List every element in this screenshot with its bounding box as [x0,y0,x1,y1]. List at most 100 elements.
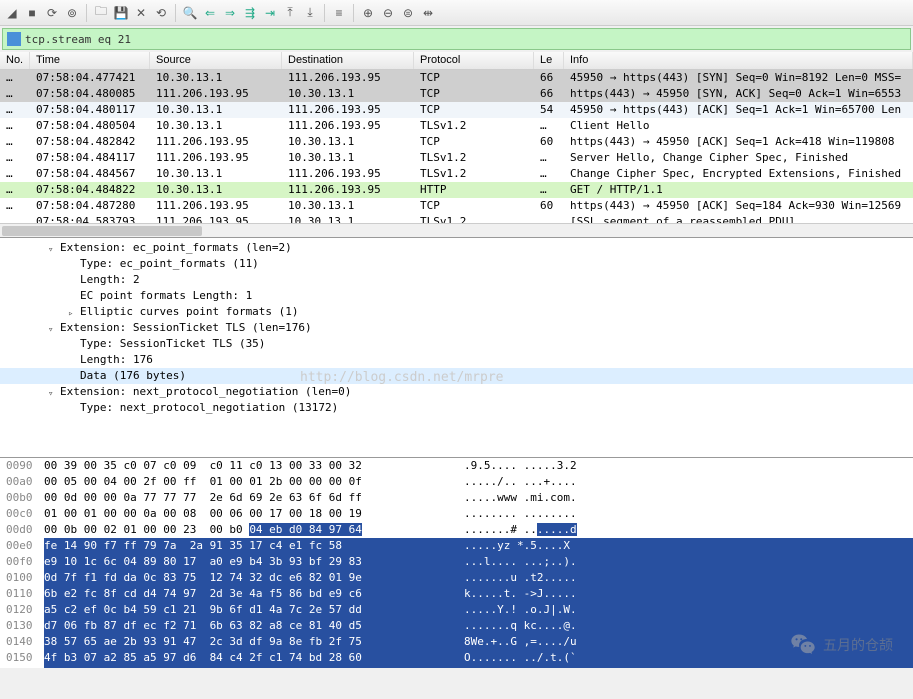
hex-row[interactable]: 0130d7 06 fb 87 df ec f2 71 6b 63 82 a8 … [0,618,913,634]
hex-bytes: 38 57 65 ae 2b 93 91 47 2c 3d df 9a 8e f… [44,634,464,650]
cell-proto: TCP [414,198,534,214]
prev-icon[interactable]: ⇐ [201,4,219,22]
detail-line[interactable]: ▿Extension: next_protocol_negotiation (l… [0,384,913,400]
zoom-reset-icon[interactable]: ⊜ [399,4,417,22]
hex-row[interactable]: 00c001 00 01 00 00 0a 00 08 00 06 00 17 … [0,506,913,522]
hex-row[interactable]: 01000d 7f f1 fd da 0c 83 75 12 74 32 dc … [0,570,913,586]
col-time[interactable]: Time [30,52,150,69]
hex-ascii: .....yz *.5....X [464,538,913,554]
detail-text: EC point formats Length: 1 [80,289,252,302]
reload-icon[interactable]: ⟲ [152,4,170,22]
open-icon[interactable]: 🗀 [92,4,110,22]
detail-line[interactable]: ▿Extension: SessionTicket TLS (len=176) [0,320,913,336]
hex-row[interactable]: 01106b e2 fc 8f cd d4 74 97 2d 3e 4a f5 … [0,586,913,602]
detail-line[interactable]: Type: SessionTicket TLS (35) [0,336,913,352]
hex-bytes: 4f b3 07 a2 85 a5 97 d6 84 c4 2f c1 74 b… [44,650,464,666]
resize-cols-icon[interactable]: ⇹ [419,4,437,22]
autoscroll-icon[interactable]: ≡ [330,4,348,22]
packet-row[interactable]: …07:58:04.48050410.30.13.1111.206.193.95… [0,118,913,134]
goto-icon[interactable]: ⇥ [261,4,279,22]
next-icon[interactable]: ⇒ [221,4,239,22]
hex-row[interactable]: 00f0e9 10 1c 6c 04 89 80 17 a0 e9 b4 3b … [0,554,913,570]
last-icon[interactable]: ⤓ [301,4,319,22]
hex-offset: 00d0 [0,522,44,538]
hex-row[interactable]: 00d000 0b 00 02 01 00 00 23 00 b0 04 eb … [0,522,913,538]
col-proto[interactable]: Protocol [414,52,534,69]
hex-row[interactable]: 014038 57 65 ae 2b 93 91 47 2c 3d df 9a … [0,634,913,650]
detail-line[interactable]: Type: ec_point_formats (11) [0,256,913,272]
toggle-icon[interactable]: ▿ [48,386,58,396]
hex-row[interactable]: 0160ce 79 1c d9 a0 04 81 a4 79 5e 0d 03 … [0,666,913,668]
packet-row[interactable]: …07:58:04.480085111.206.193.9510.30.13.1… [0,86,913,102]
filter-bookmark-icon[interactable] [7,32,21,46]
cell-proto: TLSv1.2 [414,150,534,166]
hex-bytes: ce 79 1c d9 a0 04 81 a4 79 5e 0d 03 b2 7… [44,666,464,668]
restart-icon[interactable]: ⟳ [43,4,61,22]
find-icon[interactable]: 🔍 [181,4,199,22]
cell-time: 07:58:04.480117 [30,102,150,118]
hex-row[interactable]: 01504f b3 07 a2 85 a5 97 d6 84 c4 2f c1 … [0,650,913,666]
detail-line[interactable]: Data (176 bytes) [0,368,913,384]
hex-offset: 00b0 [0,490,44,506]
col-info[interactable]: Info [564,52,913,69]
hex-ascii: ........ ........ [464,506,913,522]
detail-line[interactable]: Length: 176 [0,352,913,368]
first-icon[interactable]: ⤒ [281,4,299,22]
col-dst[interactable]: Destination [282,52,414,69]
hex-offset: 0100 [0,570,44,586]
close-icon[interactable]: ✕ [132,4,150,22]
display-filter-bar[interactable] [2,28,911,50]
cell-dst: 111.206.193.95 [282,182,414,198]
packet-row[interactable]: …07:58:04.482842111.206.193.9510.30.13.1… [0,134,913,150]
cell-dst: 10.30.13.1 [282,198,414,214]
hex-bytes: 0d 7f f1 fd da 0c 83 75 12 74 32 dc e6 8… [44,570,464,586]
zoom-out-icon[interactable]: ⊖ [379,4,397,22]
toggle-icon[interactable]: ▹ [68,306,78,316]
display-filter-input[interactable] [25,33,906,46]
cell-info: Server Hello, Change Cipher Spec, Finish… [564,150,913,166]
hex-row[interactable]: 009000 39 00 35 c0 07 c0 09 c0 11 c0 13 … [0,458,913,474]
hex-offset: 0120 [0,602,44,618]
col-len[interactable]: Le [534,52,564,69]
cell-no: … [0,102,30,118]
cell-proto: TCP [414,134,534,150]
detail-line[interactable]: EC point formats Length: 1 [0,288,913,304]
h-scrollbar[interactable] [0,223,913,237]
col-src[interactable]: Source [150,52,282,69]
zoom-in-icon[interactable]: ⊕ [359,4,377,22]
packet-bytes-pane: 009000 39 00 35 c0 07 c0 09 c0 11 c0 13 … [0,458,913,668]
hex-row[interactable]: 00e0fe 14 90 f7 ff 79 7a 2a 91 35 17 c4 … [0,538,913,554]
detail-line[interactable]: ▹Elliptic curves point formats (1) [0,304,913,320]
hex-offset: 0160 [0,666,44,668]
toggle-icon[interactable]: ▿ [48,322,58,332]
cell-info: https(443) → 45950 [SYN, ACK] Seq=0 Ack=… [564,86,913,102]
options-icon[interactable]: ⊚ [63,4,81,22]
cell-info: Change Cipher Spec, Encrypted Extensions… [564,166,913,182]
detail-text: Length: 176 [80,353,153,366]
save-icon[interactable]: 💾 [112,4,130,22]
packet-row[interactable]: …07:58:04.484117111.206.193.9510.30.13.1… [0,150,913,166]
hex-row[interactable]: 00a000 05 00 04 00 2f 00 ff 01 00 01 2b … [0,474,913,490]
detail-line[interactable]: Type: next_protocol_negotiation (13172) [0,400,913,416]
cell-info: https(443) → 45950 [ACK] Seq=184 Ack=930… [564,198,913,214]
packet-row[interactable]: …07:58:04.48456710.30.13.1111.206.193.95… [0,166,913,182]
detail-line[interactable]: ▿Extension: ec_point_formats (len=2) [0,240,913,256]
packet-row[interactable]: …07:58:04.48482210.30.13.1111.206.193.95… [0,182,913,198]
hex-row[interactable]: 0120a5 c2 ef 0c b4 59 c1 21 9b 6f d1 4a … [0,602,913,618]
stop-icon[interactable]: ■ [23,4,41,22]
hex-row[interactable]: 00b000 0d 00 00 0a 77 77 77 2e 6d 69 2e … [0,490,913,506]
packet-row[interactable]: …07:58:04.487280111.206.193.9510.30.13.1… [0,198,913,214]
cell-len: … [534,182,564,198]
jump-icon[interactable]: ⇶ [241,4,259,22]
packet-list-header[interactable]: No. Time Source Destination Protocol Le … [0,52,913,70]
toggle-icon[interactable]: ▿ [48,242,58,252]
detail-line[interactable]: Length: 2 [0,272,913,288]
hex-offset: 0150 [0,650,44,666]
packet-row[interactable]: …07:58:04.48011710.30.13.1111.206.193.95… [0,102,913,118]
packet-row[interactable]: …07:58:04.47742110.30.13.1111.206.193.95… [0,70,913,86]
detail-text: Extension: ec_point_formats (len=2) [60,241,292,254]
cell-len: 66 [534,86,564,102]
col-no[interactable]: No. [0,52,30,69]
hex-ascii: ...l.... ...;..). [464,554,913,570]
shark-fin-icon[interactable]: ◢ [3,4,21,22]
